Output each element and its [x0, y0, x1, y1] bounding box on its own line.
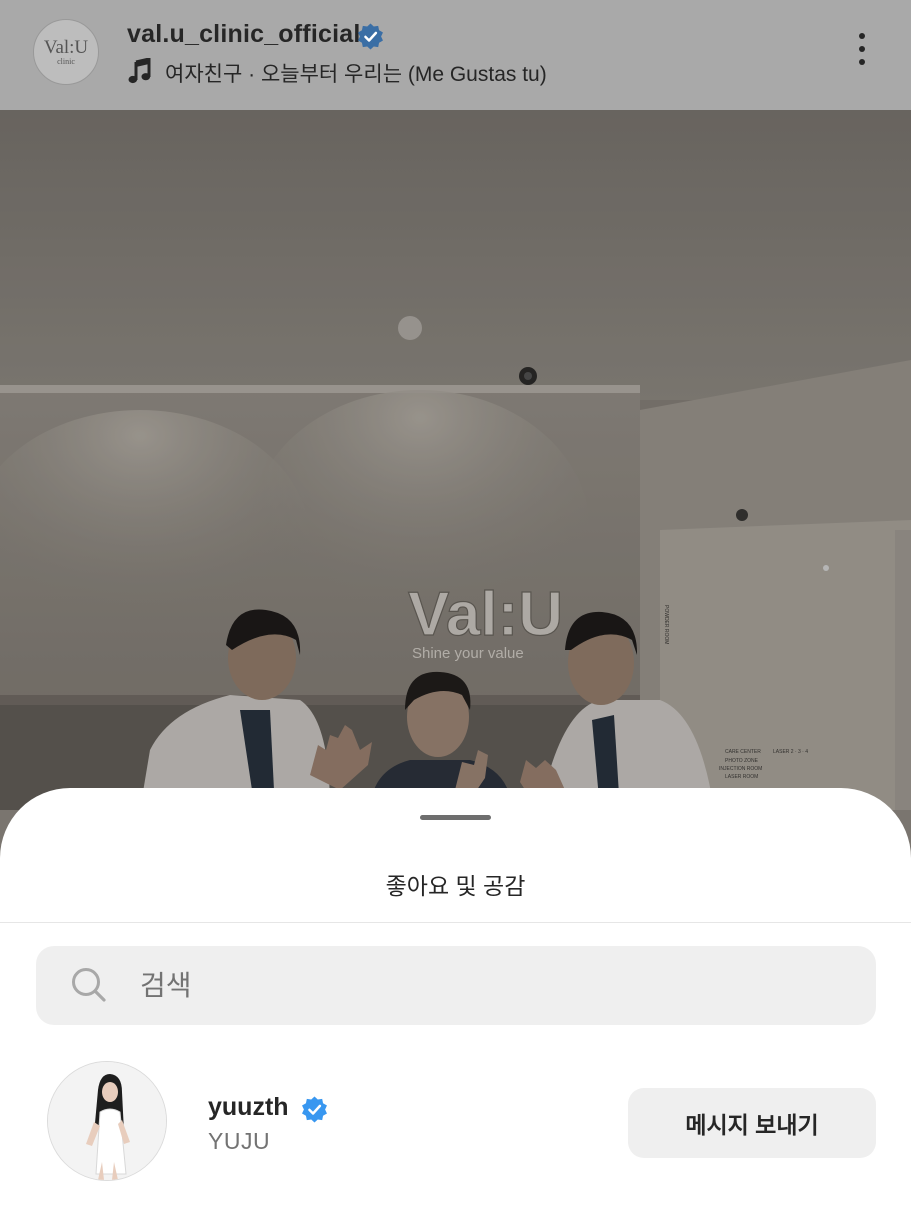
search-icon — [72, 968, 106, 1002]
send-message-button[interactable]: 메시지 보내기 — [628, 1088, 876, 1158]
music-track-label[interactable]: 여자친구 · 오늘부터 우리는 (Me Gustas tu) — [165, 58, 547, 88]
more-vertical-icon[interactable] — [852, 33, 872, 73]
verified-badge-icon — [358, 23, 383, 50]
account-username[interactable]: val.u_clinic_official — [127, 20, 360, 49]
account-avatar[interactable]: Val:U clinic — [33, 19, 99, 85]
sheet-title: 좋아요 및 공감 — [385, 873, 526, 899]
user-avatar[interactable] — [47, 1061, 167, 1181]
list-item-user[interactable]: yuuzth YUJU 메시지 보내기 — [0, 1058, 911, 1188]
post-header: Val:U clinic val.u_clinic_official 여자친구 … — [0, 0, 911, 110]
search-input[interactable] — [140, 946, 840, 1025]
post-photo[interactable]: Val:U Shine your value CARE CENTER PHOTO… — [0, 110, 911, 810]
clinic-lobby-photo: Val:U Shine your value CARE CENTER PHOTO… — [0, 110, 911, 810]
search-bar[interactable] — [36, 946, 876, 1025]
verified-badge-icon — [302, 1096, 327, 1123]
divider — [0, 922, 911, 923]
avatar-logo-sub: clinic — [57, 56, 75, 66]
user-handle[interactable]: yuuzth — [208, 1093, 289, 1122]
drag-handle[interactable] — [420, 815, 491, 820]
music-note-icon — [128, 58, 151, 84]
likes-bottom-sheet: 좋아요 및 공감 yuuzth YUJU 메시지 — [0, 788, 911, 1208]
avatar-logo-main: Val:U — [43, 36, 89, 58]
user-avatar-image — [48, 1062, 166, 1180]
user-display-name: YUJU — [208, 1128, 271, 1154]
